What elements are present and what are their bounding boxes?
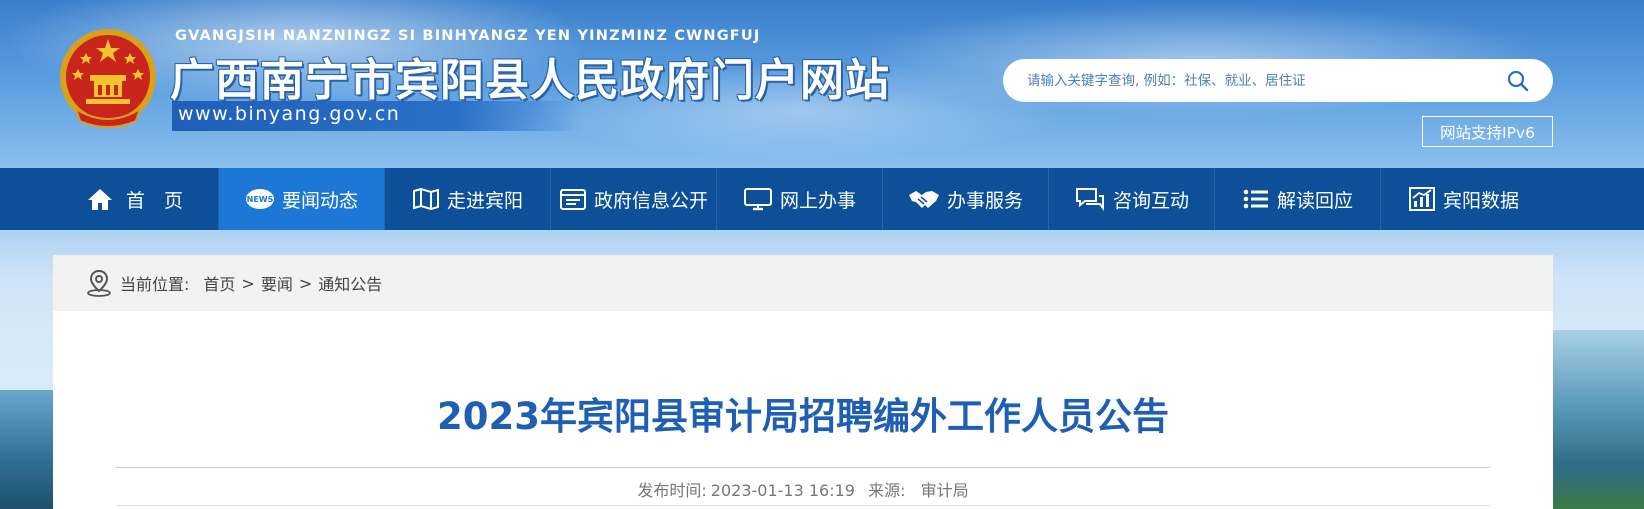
ipv6-badge[interactable]: 网站支持IPv6	[1422, 116, 1553, 147]
article-meta: 发布时间: 2023-01-13 16:19 来源: 审计局	[53, 477, 1553, 501]
nav-item-consult[interactable]: 咨询互动	[1048, 168, 1214, 230]
divider	[116, 505, 1490, 506]
site-domain: www.binyang.gov.cn	[178, 103, 401, 125]
nav-item-services[interactable]: 办事服务	[882, 168, 1048, 230]
map-icon	[412, 187, 439, 211]
nav-label: 首 页	[125, 189, 183, 212]
nav-label: 咨询互动	[1112, 189, 1189, 212]
svg-text:NEWS: NEWS	[247, 195, 274, 204]
nav-item-home[interactable]: 首 页	[52, 168, 218, 230]
breadcrumb-separator: >	[241, 273, 255, 293]
location-pin-icon	[87, 269, 111, 297]
site-title[interactable]: 广西南宁市宾阳县人民政府门户网站	[170, 44, 890, 108]
article-title: 2023年宾阳县审计局招聘编外工作人员公告	[437, 395, 1169, 438]
source-label: 来源:	[868, 481, 906, 500]
publish-label: 发布时间:	[637, 481, 707, 500]
nav-label: 要闻动态	[281, 189, 358, 212]
site-pinyin-title: GVANGJSIH NANZNINGZ SI BINHYANGZ YEN YIN…	[175, 28, 761, 44]
national-emblem-icon	[60, 29, 156, 128]
nav-item-online-service[interactable]: 网上办事	[716, 168, 882, 230]
nav-label: 解读回应	[1276, 189, 1353, 212]
search-input[interactable]	[1027, 70, 1487, 92]
nav-item-news[interactable]: NEWS 要闻动态	[218, 168, 384, 230]
home-icon	[87, 189, 112, 210]
nav-label: 政府信息公开	[593, 189, 708, 212]
nav-item-interpret[interactable]: 解读回应	[1214, 168, 1380, 230]
breadcrumb-news-link[interactable]: 要闻	[261, 271, 293, 295]
breadcrumb-separator: >	[298, 273, 313, 293]
handshake-icon	[908, 191, 939, 208]
breadcrumb-home-link[interactable]: 首页	[203, 271, 235, 295]
nav-label: 办事服务	[946, 189, 1023, 212]
nav-item-data[interactable]: 宾阳数据	[1380, 168, 1546, 230]
article-panel: 当前位置: 首页 > 要闻 > 通知公告 2023年宾阳县审计局招聘编外工作人员…	[53, 255, 1553, 509]
main-nav: 首 页 NEWS 要闻动态 走进宾阳 政府信息公开 网上办事 办事服务 咨询互动…	[0, 168, 1644, 230]
divider	[116, 467, 1490, 468]
landscape-right	[1553, 330, 1644, 509]
monitor-icon	[743, 188, 772, 211]
breadcrumb-label: 当前位置:	[120, 275, 190, 294]
breadcrumb-notice-link[interactable]: 通知公告	[318, 271, 382, 295]
nav-label: 网上办事	[779, 189, 856, 212]
nav-item-about[interactable]: 走进宾阳	[384, 168, 550, 230]
header-banner: GVANGJSIH NANZNINGZ SI BINHYANGZ YEN YIN…	[0, 0, 1644, 168]
nav-label: 走进宾阳	[446, 189, 523, 212]
landscape-left	[0, 390, 53, 509]
breadcrumb: 当前位置: 首页 > 要闻 > 通知公告	[53, 255, 1553, 311]
news-icon: NEWS	[245, 189, 274, 209]
bar-chart-icon	[1408, 187, 1435, 211]
chat-icon	[1075, 188, 1104, 211]
list-icon	[1243, 189, 1268, 209]
search-box	[1003, 59, 1553, 102]
search-icon[interactable]	[1506, 69, 1530, 93]
document-icon	[559, 189, 586, 210]
publish-time: 2023-01-13 16:19	[710, 481, 855, 500]
source-value: 审计局	[920, 481, 969, 500]
nav-item-gov-info[interactable]: 政府信息公开	[550, 168, 716, 230]
nav-label: 宾阳数据	[1442, 189, 1519, 212]
